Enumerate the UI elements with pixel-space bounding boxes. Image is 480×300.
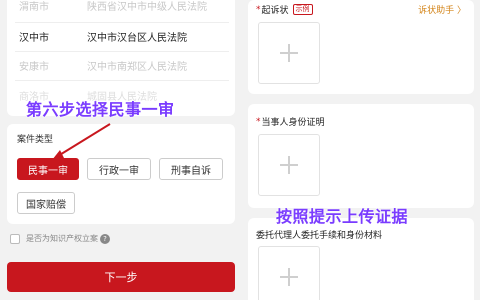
filing-left-panel: 渭南市 陕西省汉中市中级人民法院 汉中市 汉中市汉台区人民法院 安康市 汉中市南…: [0, 0, 244, 300]
ip-filing-checkbox[interactable]: [10, 233, 20, 244]
complaint-upload-button[interactable]: [258, 22, 320, 84]
court-name: 陕西省汉中市中级人民法院: [87, 1, 207, 13]
question-icon[interactable]: ?: [100, 233, 110, 244]
court-name: 汉中市汉台区人民法院: [87, 32, 187, 44]
court-city: 渭南市: [19, 1, 49, 13]
agent-upload-button[interactable]: [258, 246, 320, 300]
court-row[interactable]: 渭南市 陕西省汉中市中级人民法院: [7, 0, 235, 18]
court-city: 汉中市: [19, 32, 49, 44]
court-city: 安康市: [19, 61, 49, 73]
agent-title: 委托代理人委托手续和身份材料: [256, 228, 382, 241]
court-name: 汉中市南郑区人民法院: [87, 61, 187, 73]
complaint-title-text: 起诉状: [261, 6, 289, 16]
next-step-button[interactable]: 下一步: [7, 262, 235, 292]
example-badge[interactable]: 示例: [292, 4, 313, 15]
court-row-selected[interactable]: 汉中市 汉中市汉台区人民法院: [7, 23, 235, 49]
complaint-upload-section: * 起诉状 示例 诉状助手 〉: [248, 0, 474, 94]
annotation-step6: 第六步选择民事一审: [26, 100, 175, 119]
agent-upload-section: 委托代理人委托手续和身份材料: [248, 218, 474, 300]
upload-right-panel: * 起诉状 示例 诉状助手 〉 * 当事人身份证明 委托代理人委托手续和身份材料: [244, 0, 480, 300]
case-type-private-prosecution[interactable]: 刑事自诉: [159, 158, 223, 180]
party-id-title-text: 当事人身份证明: [261, 118, 325, 128]
screen: 渭南市 陕西省汉中市中级人民法院 汉中市 汉中市汉台区人民法院 安康市 汉中市南…: [0, 0, 480, 300]
case-type-admin-first[interactable]: 行政一审: [87, 158, 151, 180]
court-row[interactable]: 安康市 汉中市南郑区人民法院: [7, 52, 235, 78]
ip-filing-row[interactable]: 是否为知识产权立案 ?: [10, 233, 110, 244]
ip-filing-label: 是否为知识产权立案: [26, 234, 98, 243]
complaint-helper-link[interactable]: 诉状助手 〉: [418, 3, 466, 16]
annotation-upload-hint: 按照提示上传证据: [276, 207, 409, 226]
plus-icon: [280, 268, 298, 286]
party-id-upload-section: * 当事人身份证明: [248, 104, 474, 208]
divider: [15, 80, 229, 81]
party-id-upload-button[interactable]: [258, 134, 320, 196]
case-type-section: 案件类型 民事一审 行政一审 刑事自诉 国家赔偿: [7, 124, 235, 224]
party-id-title: * 当事人身份证明: [256, 115, 325, 129]
case-type-label: 案件类型: [17, 135, 54, 145]
case-type-state-compensation[interactable]: 国家赔偿: [17, 192, 75, 214]
required-mark: *: [256, 116, 261, 127]
agent-title-text: 委托代理人委托手续和身份材料: [256, 231, 383, 241]
complaint-title: * 起诉状 示例: [256, 3, 313, 16]
plus-icon: [280, 156, 298, 174]
case-type-civil-first[interactable]: 民事一审: [17, 158, 79, 180]
required-mark: *: [256, 4, 261, 15]
plus-icon: [280, 44, 298, 62]
